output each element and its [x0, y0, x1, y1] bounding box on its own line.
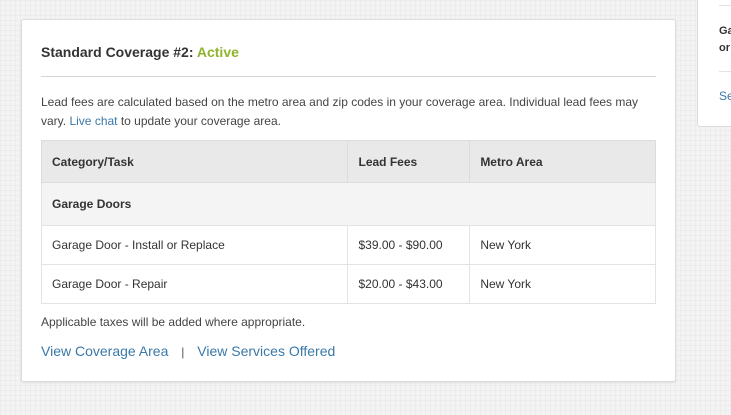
side-card-text-line1: Ga	[719, 25, 731, 37]
header-lead-fees: Lead Fees	[347, 140, 471, 183]
side-card-divider-bottom	[719, 71, 731, 72]
coverage-status: Active	[196, 44, 239, 60]
coverage-description: Lead fees are calculated based on the me…	[41, 93, 651, 131]
side-card-text: Ga or	[719, 23, 731, 57]
side-card-text-line2: or	[719, 42, 730, 54]
header-metro-area: Metro Area	[469, 140, 656, 183]
lead-fee-cell: $20.00 - $43.00	[347, 264, 471, 304]
divider	[41, 76, 656, 77]
header-category-task: Category/Task	[40, 140, 349, 183]
metro-area-cell: New York	[469, 264, 656, 304]
link-separator: |	[181, 345, 185, 359]
lead-fees-table: Category/Task Lead Fees Metro Area Garag…	[40, 140, 656, 304]
table-header-row: Category/Task Lead Fees Metro Area	[40, 140, 656, 183]
task-cell: Garage Door - Repair	[40, 264, 349, 304]
description-text-end: to update your coverage area.	[120, 114, 281, 128]
side-card: Ga or Se	[697, 0, 731, 127]
table-row: Garage Door - Install or Replace $39.00 …	[40, 225, 656, 265]
category-group-row: Garage Doors	[41, 182, 656, 226]
coverage-title: Standard Coverage #2: Active	[41, 44, 239, 60]
coverage-actions: View Coverage Area | View Services Offer…	[41, 343, 335, 359]
taxes-note: Applicable taxes will be added where app…	[41, 315, 306, 329]
side-card-divider-top	[719, 5, 731, 6]
lead-fee-cell: $39.00 - $90.00	[347, 225, 471, 265]
category-group-label: Garage Doors	[41, 182, 656, 226]
coverage-title-text: Standard Coverage #2:	[41, 44, 194, 60]
table-row: Garage Door - Repair $20.00 - $43.00 New…	[40, 264, 656, 304]
coverage-card: Standard Coverage #2: Active Lead fees a…	[21, 19, 676, 382]
view-coverage-area-link[interactable]: View Coverage Area	[41, 343, 168, 359]
task-cell: Garage Door - Install or Replace	[40, 225, 349, 265]
side-card-link[interactable]: Se	[719, 89, 731, 103]
metro-area-cell: New York	[469, 225, 656, 265]
view-services-offered-link[interactable]: View Services Offered	[197, 343, 335, 359]
live-chat-link[interactable]: Live chat	[69, 114, 117, 128]
